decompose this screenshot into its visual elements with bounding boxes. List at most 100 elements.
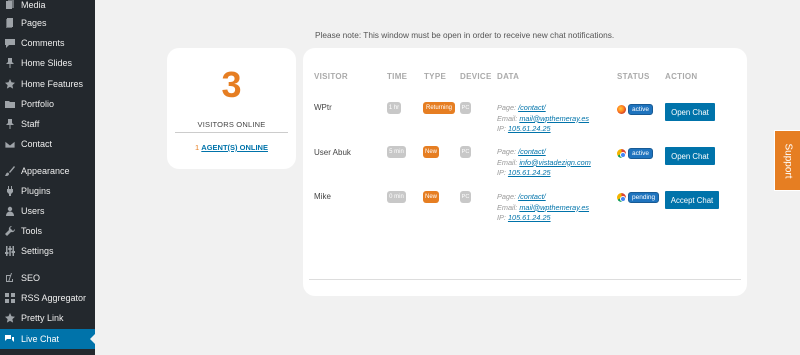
sidebar-item-label: Users: [21, 206, 45, 216]
col-header-status: STATUS: [617, 72, 650, 81]
envelope-icon: [5, 139, 15, 149]
sidebar-item-home-features[interactable]: Home Features: [0, 74, 95, 94]
divider: [175, 132, 288, 133]
type-badge: New: [423, 146, 439, 158]
col-header-time: TIME: [387, 72, 408, 81]
table-bottom-divider: [309, 279, 741, 280]
sidebar-item-label: Portfolio: [21, 99, 55, 109]
wrench-icon: [5, 226, 15, 236]
visitor-status: active: [617, 148, 653, 159]
col-header-visitor: VISITOR: [314, 72, 348, 81]
comments-icon: [5, 38, 15, 48]
star-icon: [5, 313, 15, 323]
support-tab-label: Support: [782, 142, 793, 179]
visitors-table-panel: VISITOR TIME TYPE DEVICE DATA STATUS ACT…: [303, 48, 747, 296]
time-badge: 1 hr: [387, 102, 401, 114]
chrome-icon: [617, 149, 626, 158]
sidebar-item-label: RSS Aggregator: [21, 293, 87, 303]
sidebar-item-settings[interactable]: Settings: [0, 241, 95, 261]
sidebar-item-label: Home Features: [21, 79, 84, 89]
ip-link[interactable]: 105.61.24.25: [508, 213, 551, 222]
visitors-count: 3: [221, 64, 242, 105]
visitors-stats-card: 3 VISITORS ONLINE 1 AGENT(S) ONLINE: [167, 48, 296, 169]
type-badge: Returning: [423, 102, 455, 114]
agents-online-link[interactable]: AGENT(S) ONLINE: [201, 143, 268, 152]
chat-icon: [5, 334, 15, 344]
admin-sidebar: Media Pages Comments Home Slides Home Fe…: [0, 0, 95, 355]
page-link[interactable]: /contact/: [518, 103, 546, 112]
sidebar-item-label: Pages: [21, 18, 47, 28]
col-header-data: DATA: [497, 72, 520, 81]
page-link[interactable]: /contact/: [518, 147, 546, 156]
star-icon: [5, 79, 15, 89]
sidebar-item-comments[interactable]: Comments: [0, 33, 95, 53]
agents-online: 1 AGENT(S) ONLINE: [167, 143, 296, 152]
type-badge: New: [423, 191, 439, 203]
visitor-data: Page: /contact/ Email: info@vistadezign.…: [497, 147, 591, 177]
sidebar-item-tools[interactable]: Tools: [0, 221, 95, 241]
sidebar-item-label: Media: [21, 0, 46, 10]
sidebar-item-label: Appearance: [21, 166, 70, 176]
users-icon: [5, 206, 15, 216]
status-badge: active: [628, 148, 653, 159]
brush-icon: [5, 166, 15, 176]
sidebar-item-live-chat[interactable]: Live Chat: [0, 329, 95, 349]
sidebar-item-portfolio[interactable]: Portfolio: [0, 94, 95, 114]
folder-icon: [5, 99, 15, 109]
col-header-device: DEVICE: [460, 72, 492, 81]
email-link[interactable]: mail@wpthemeray.es: [519, 114, 589, 123]
sidebar-item-label: Tools: [21, 226, 43, 236]
sidebar-item-pretty-link[interactable]: Pretty Link: [0, 308, 95, 328]
sidebar-item-seo[interactable]: SEO: [0, 268, 95, 288]
sliders-icon: [5, 246, 15, 256]
support-tab[interactable]: Support: [774, 130, 800, 191]
ip-link[interactable]: 105.61.24.25: [508, 124, 551, 133]
visitor-data: Page: /contact/ Email: mail@wpthemeray.e…: [497, 103, 590, 133]
pages-icon: [5, 18, 15, 28]
chrome-icon: [617, 193, 626, 202]
plug-icon: [5, 186, 15, 196]
visitor-name: WPtr: [314, 103, 332, 112]
pin-icon: [5, 119, 15, 129]
open-chat-button[interactable]: Open Chat: [665, 103, 715, 121]
sidebar-item-contact[interactable]: Contact: [0, 134, 95, 154]
pin-icon: [5, 58, 15, 68]
col-header-action: ACTION: [665, 72, 698, 81]
sidebar-item-plugins[interactable]: Plugins: [0, 181, 95, 201]
time-badge: 5 min: [387, 146, 406, 158]
time-badge: 0 min: [387, 191, 406, 203]
media-icon: [5, 0, 15, 10]
sidebar-item-appearance[interactable]: Appearance: [0, 161, 95, 181]
email-link[interactable]: info@vistadezign.com: [519, 158, 591, 167]
sidebar-item-label: Live Chat: [21, 334, 60, 344]
sidebar-item-staff[interactable]: Staff: [0, 114, 95, 134]
visitors-online-label: VISITORS ONLINE: [197, 120, 266, 129]
ip-link[interactable]: 105.61.24.25: [508, 168, 551, 177]
status-badge: pending: [628, 192, 660, 203]
sidebar-item-label: Contact: [21, 139, 53, 149]
device-badge: PC: [460, 191, 471, 203]
sidebar-item-label: Comments: [21, 38, 65, 48]
sidebar-item-users[interactable]: Users: [0, 201, 95, 221]
device-badge: PC: [460, 102, 471, 114]
sidebar-item-home-slides[interactable]: Home Slides: [0, 53, 95, 73]
visitor-name: User Abuk: [314, 148, 351, 157]
page-link[interactable]: /contact/: [518, 192, 546, 201]
firefox-icon: [617, 105, 626, 114]
visitor-name: Mike: [314, 192, 331, 201]
sidebar-item-label: Home Slides: [21, 58, 73, 68]
sidebar-item-rss-aggregator[interactable]: RSS Aggregator: [0, 288, 95, 308]
sidebar-item-pages[interactable]: Pages: [0, 13, 95, 33]
notification-note: Please note: This window must be open in…: [315, 30, 615, 40]
email-link[interactable]: mail@wpthemeray.es: [519, 203, 589, 212]
visitor-status: active: [617, 104, 653, 115]
status-badge: active: [628, 104, 653, 115]
yoast-icon: [5, 273, 15, 283]
visitor-status: pending: [617, 192, 660, 203]
accept-chat-button[interactable]: Accept Chat: [665, 191, 719, 209]
sidebar-item-label: SEO: [21, 273, 41, 283]
sidebar-item-label: Staff: [21, 119, 40, 129]
device-badge: PC: [460, 146, 471, 158]
sidebar-item-label: Settings: [21, 246, 54, 256]
open-chat-button[interactable]: Open Chat: [665, 147, 715, 165]
